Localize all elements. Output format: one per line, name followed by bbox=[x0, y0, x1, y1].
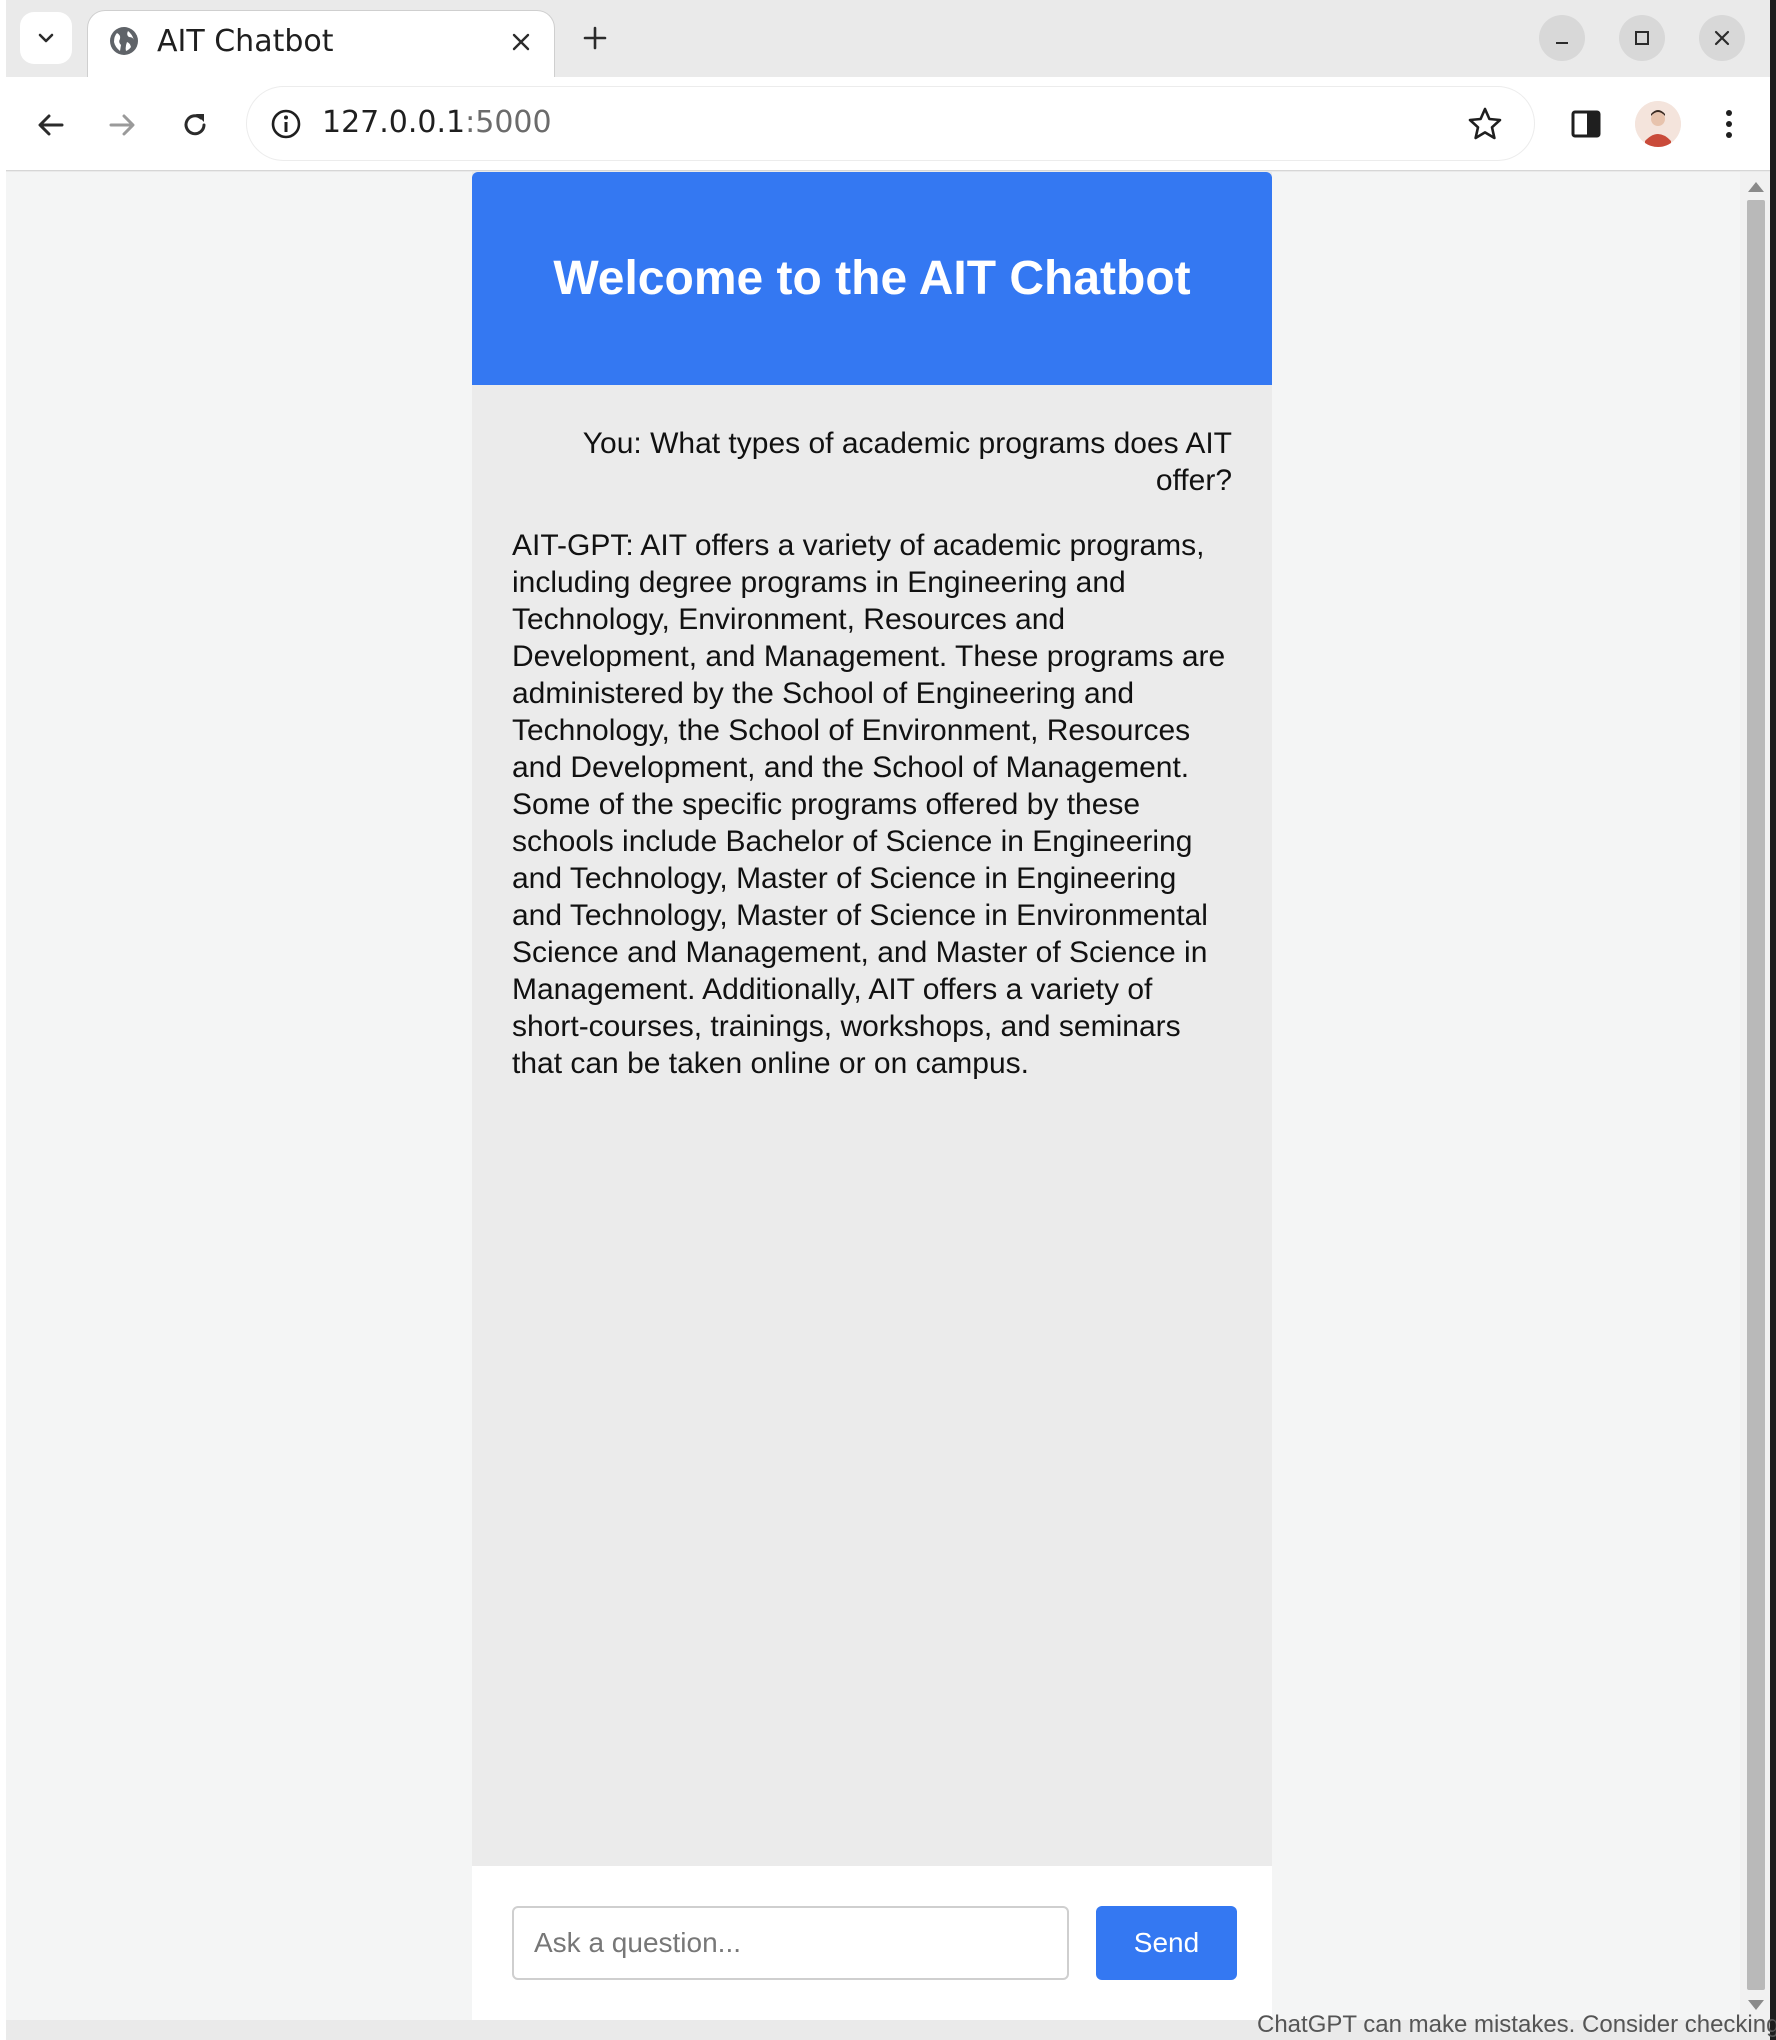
url-host: 127.0.0.1 bbox=[322, 105, 466, 140]
browser-toolbar: 127.0.0.1:5000 bbox=[6, 77, 1776, 171]
info-icon[interactable] bbox=[269, 107, 303, 141]
chevron-down-icon bbox=[38, 33, 54, 43]
browser-window: AIT Chatbot 127.0.0.1:5000 Welcome to th… bbox=[6, 0, 1776, 2040]
more-vertical-icon bbox=[1726, 110, 1732, 138]
browser-menu-button[interactable] bbox=[1706, 101, 1752, 147]
chat-header: Welcome to the AIT Chatbot bbox=[472, 172, 1272, 385]
close-icon bbox=[1714, 30, 1730, 46]
chat-container: Welcome to the AIT Chatbot You: What typ… bbox=[472, 172, 1272, 2020]
new-tab-button[interactable] bbox=[575, 18, 615, 58]
star-icon[interactable] bbox=[1466, 105, 1504, 143]
minimize-button[interactable] bbox=[1539, 15, 1585, 61]
address-bar[interactable]: 127.0.0.1:5000 bbox=[247, 87, 1534, 160]
side-panel-icon bbox=[1571, 110, 1601, 138]
reload-button[interactable] bbox=[171, 101, 219, 149]
arrow-right-icon bbox=[109, 114, 135, 136]
scroll-thumb[interactable] bbox=[1747, 200, 1765, 1990]
page-scrollbar[interactable] bbox=[1740, 172, 1770, 2020]
maximize-icon bbox=[1635, 31, 1649, 45]
scroll-up-icon[interactable] bbox=[1748, 182, 1764, 192]
question-input[interactable] bbox=[512, 1906, 1069, 1980]
page-viewport: Welcome to the AIT Chatbot You: What typ… bbox=[6, 172, 1740, 2020]
bot-message: AIT-GPT: AIT offers a variety of academi… bbox=[512, 529, 1226, 1080]
user-message: You: What types of academic programs doe… bbox=[582, 427, 1232, 497]
tab-search-button[interactable] bbox=[20, 12, 72, 64]
tab-title: AIT Chatbot bbox=[157, 24, 334, 59]
chat-messages: You: What types of academic programs doe… bbox=[512, 425, 1232, 1082]
chat-input-area: Send bbox=[472, 1866, 1272, 2020]
profile-avatar[interactable] bbox=[1635, 101, 1681, 147]
scroll-down-icon[interactable] bbox=[1748, 2000, 1764, 2010]
globe-icon bbox=[110, 27, 138, 55]
close-tab-button[interactable] bbox=[506, 27, 536, 57]
avatar-icon bbox=[1635, 101, 1681, 147]
tab-strip: AIT Chatbot bbox=[6, 0, 1776, 77]
back-button[interactable] bbox=[27, 101, 75, 149]
send-button[interactable]: Send bbox=[1096, 1906, 1237, 1980]
background-window-edge bbox=[1770, 0, 1776, 2040]
side-panel-button[interactable] bbox=[1563, 101, 1609, 147]
plus-icon bbox=[583, 26, 607, 50]
close-window-button[interactable] bbox=[1699, 15, 1745, 61]
arrow-left-icon bbox=[38, 114, 64, 136]
reload-icon bbox=[184, 114, 206, 136]
close-icon bbox=[512, 33, 530, 51]
tab-ait-chatbot[interactable]: AIT Chatbot bbox=[87, 10, 555, 77]
url-text: 127.0.0.1:5000 bbox=[322, 105, 552, 141]
page-title: Welcome to the AIT Chatbot bbox=[553, 252, 1191, 305]
maximize-button[interactable] bbox=[1619, 15, 1665, 61]
url-port: :5000 bbox=[465, 105, 552, 140]
background-footer-text: ChatGPT can make mistakes. Consider chec… bbox=[1257, 2011, 1776, 2038]
forward-button[interactable] bbox=[98, 101, 146, 149]
minimize-icon bbox=[1556, 42, 1568, 44]
